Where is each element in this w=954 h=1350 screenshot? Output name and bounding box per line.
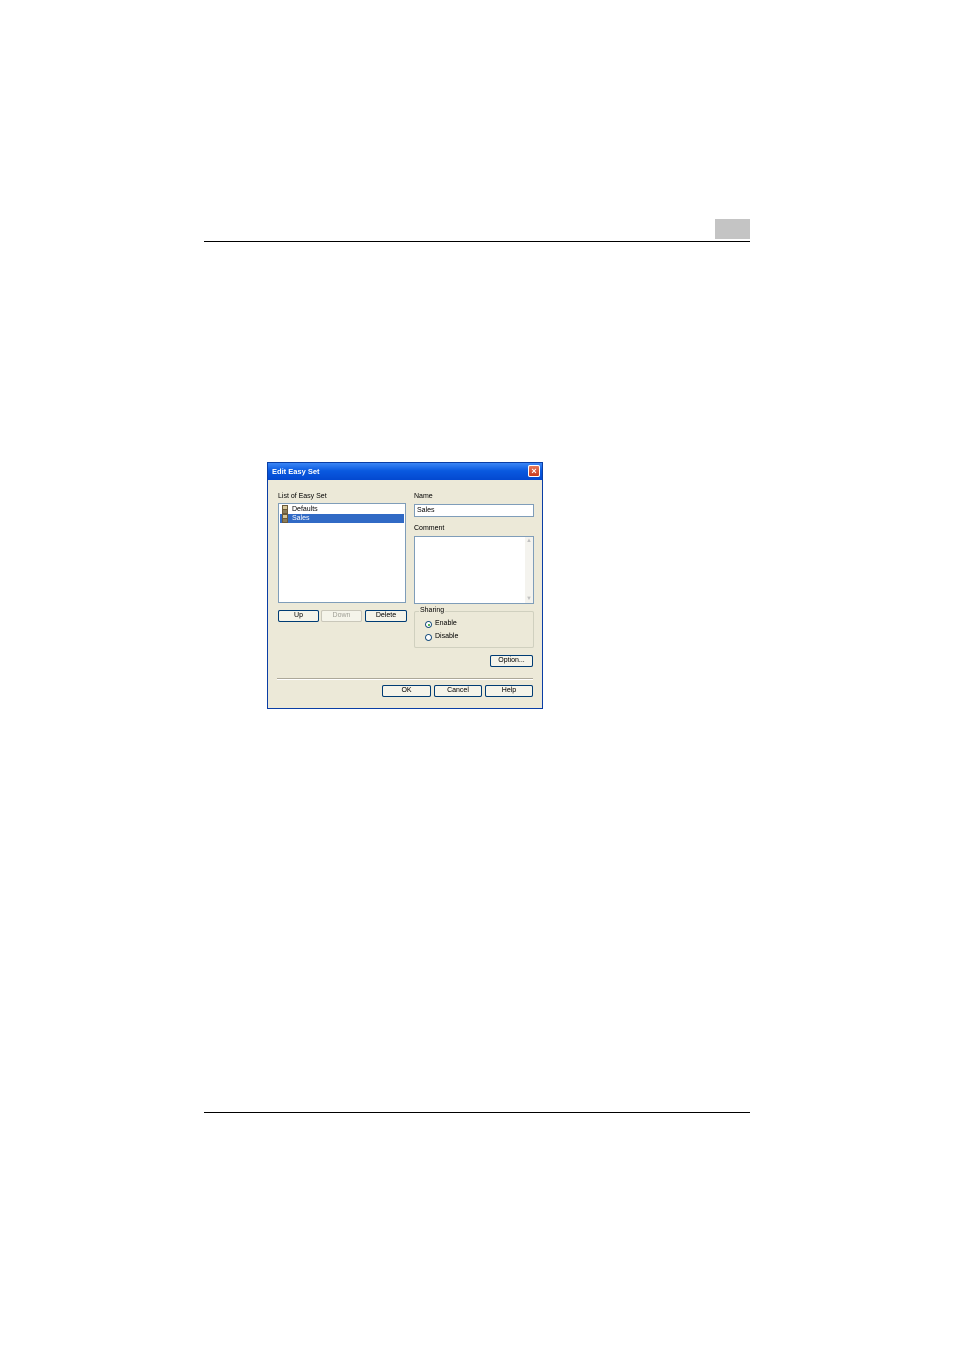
ok-button[interactable]: OK — [382, 685, 431, 697]
chapter-tab — [715, 219, 750, 239]
enable-label: Enable — [435, 620, 457, 627]
list-item-label: Sales — [292, 515, 310, 522]
name-label: Name — [414, 493, 433, 500]
header-rule — [204, 241, 750, 242]
close-button[interactable]: × — [528, 465, 540, 477]
list-item-sales[interactable]: Sales — [280, 514, 404, 523]
disable-radio[interactable] — [425, 634, 432, 641]
footer-rule — [204, 1112, 750, 1113]
sharing-group: Sharing Enable Disable — [414, 607, 534, 648]
scroll-up-icon[interactable]: ▲ — [526, 538, 532, 544]
name-input[interactable]: Sales — [414, 504, 534, 517]
title-bar: Edit Easy Set × — [268, 463, 542, 480]
cancel-button[interactable]: Cancel — [434, 685, 482, 697]
dialog-title: Edit Easy Set — [272, 467, 320, 476]
comment-label: Comment — [414, 525, 445, 532]
sharing-title: Sharing — [419, 607, 446, 614]
help-button[interactable]: Help — [485, 685, 533, 697]
list-label: List of Easy Set — [278, 493, 327, 500]
edit-easy-set-dialog: Edit Easy Set × List of Easy Set Default… — [267, 462, 543, 709]
disable-label: Disable — [435, 633, 459, 640]
close-icon: × — [531, 466, 537, 476]
comment-scrollbar[interactable]: ▲ ▼ — [525, 537, 533, 603]
easy-set-icon — [282, 505, 288, 514]
scroll-down-icon[interactable]: ▼ — [526, 596, 532, 602]
up-button[interactable]: Up — [278, 610, 319, 622]
comment-textarea[interactable]: ▲ ▼ — [414, 536, 534, 604]
easy-set-list[interactable]: Defaults Sales — [278, 503, 406, 603]
list-item-label: Defaults — [292, 506, 318, 513]
easy-set-icon — [282, 514, 288, 523]
down-button[interactable]: Down — [321, 610, 362, 622]
list-item-defaults[interactable]: Defaults — [280, 505, 404, 514]
option-button[interactable]: Option... — [490, 655, 533, 667]
enable-radio[interactable] — [425, 621, 432, 628]
button-separator — [277, 678, 533, 680]
delete-button[interactable]: Delete — [365, 610, 407, 622]
